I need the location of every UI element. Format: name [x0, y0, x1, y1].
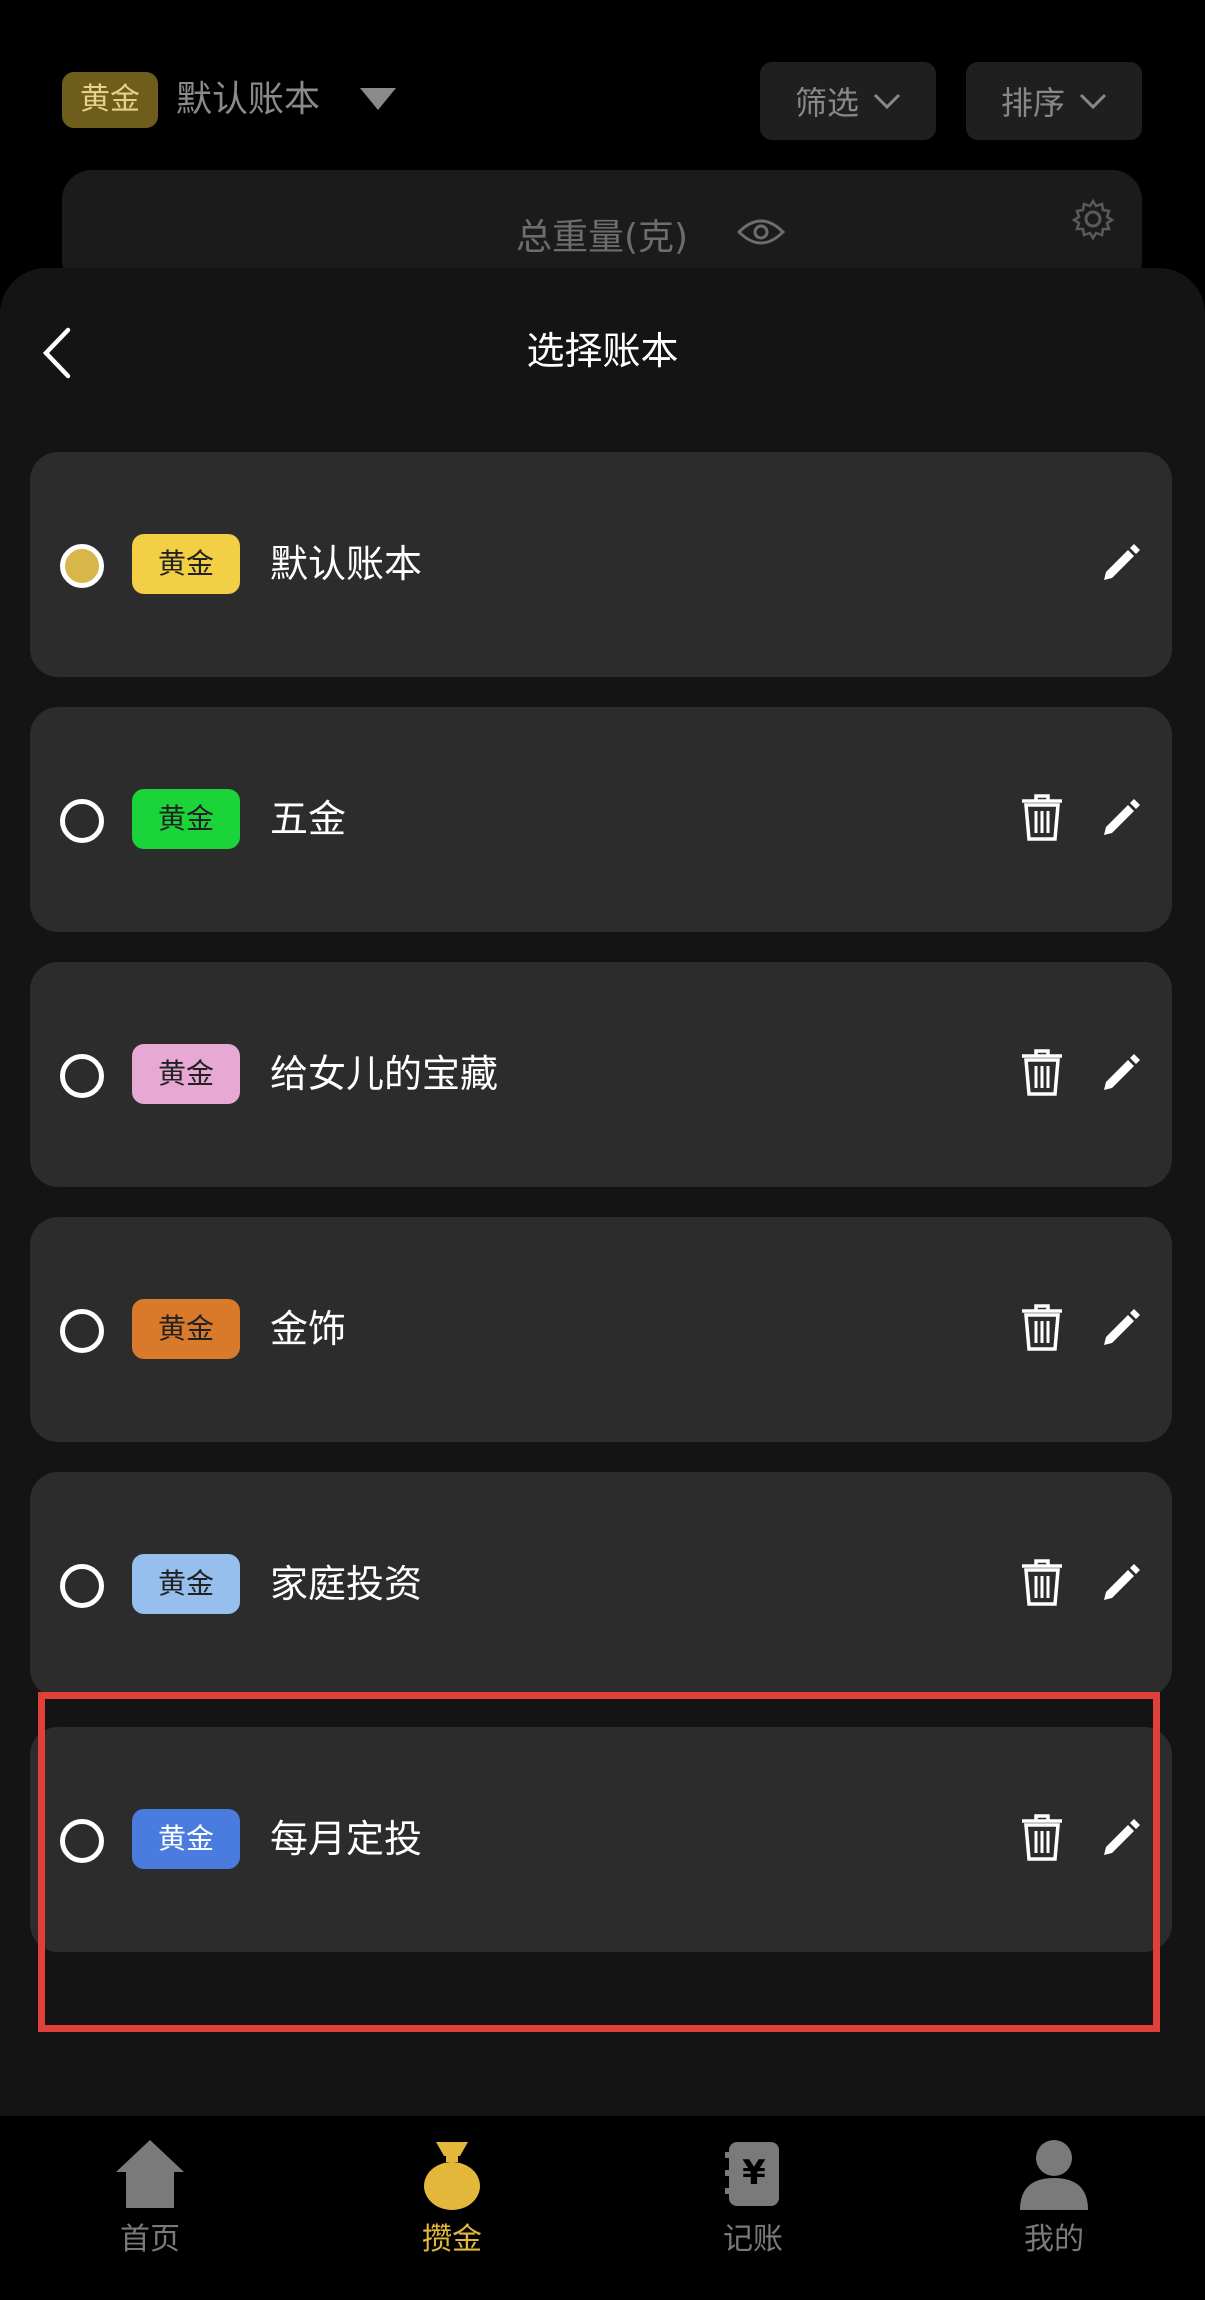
trash-icon[interactable] — [1020, 1303, 1064, 1353]
bottom-nav: 首页 攒金 ¥ 记账 我的 — [0, 2116, 1205, 2300]
user-icon — [1020, 2140, 1088, 2210]
account-type-tag: 黄金 — [62, 72, 158, 128]
nav-label-ledger: 记账 — [723, 2222, 783, 2257]
svg-text:¥: ¥ — [742, 2153, 766, 2193]
sort-button-label: 排序 — [1000, 84, 1065, 122]
book-row[interactable]: 黄金 家庭投资 — [30, 1472, 1172, 1697]
book-name: 金饰 — [270, 1307, 347, 1351]
book-type-tag: 黄金 — [132, 1044, 240, 1104]
nav-item-home[interactable]: 首页 — [50, 2136, 250, 2286]
chevron-down-icon — [1079, 93, 1107, 110]
eye-icon[interactable] — [737, 216, 785, 248]
caret-down-icon[interactable] — [360, 88, 396, 112]
total-weight-title: 总重量(克) — [515, 217, 689, 258]
radio-button[interactable] — [60, 1309, 104, 1353]
nav-label-save-gold: 攒金 — [422, 2222, 482, 2257]
book-type-tag: 黄金 — [132, 1554, 240, 1614]
gear-icon[interactable] — [1072, 198, 1114, 240]
nav-item-ledger[interactable]: ¥ 记账 — [653, 2136, 853, 2286]
book-type-tag: 黄金 — [132, 1299, 240, 1359]
book-name: 五金 — [270, 797, 347, 841]
nav-label-home: 首页 — [120, 2222, 180, 2257]
book-name: 默认账本 — [270, 542, 423, 586]
highlight-box — [38, 1692, 1160, 2032]
trash-icon[interactable] — [1020, 1048, 1064, 1098]
pencil-icon[interactable] — [1100, 542, 1142, 584]
book-type-tag: 黄金 — [132, 789, 240, 849]
radio-button[interactable] — [60, 1054, 104, 1098]
book-row[interactable]: 黄金 五金 — [30, 707, 1172, 932]
sort-button[interactable]: 排序 — [966, 62, 1142, 140]
filter-button-label: 筛选 — [794, 84, 859, 122]
radio-selected[interactable] — [60, 544, 104, 588]
pencil-icon[interactable] — [1100, 1562, 1142, 1604]
book-name: 给女儿的宝藏 — [270, 1052, 499, 1096]
radio-button[interactable] — [60, 1564, 104, 1608]
radio-button[interactable] — [60, 799, 104, 843]
sheet-title: 选择账本 — [526, 329, 679, 373]
book-row[interactable]: 黄金 默认账本 — [30, 452, 1172, 677]
trash-icon[interactable] — [1020, 1558, 1064, 1608]
book-row[interactable]: 黄金 给女儿的宝藏 — [30, 962, 1172, 1187]
trash-icon[interactable] — [1020, 793, 1064, 843]
book-type-tag: 黄金 — [132, 534, 240, 594]
home-icon — [116, 2140, 184, 2208]
nav-item-save-gold[interactable]: 攒金 — [352, 2136, 552, 2286]
pencil-icon[interactable] — [1100, 1052, 1142, 1094]
chevron-down-icon — [873, 93, 901, 110]
book-name: 家庭投资 — [270, 1562, 423, 1606]
nav-item-me[interactable]: 我的 — [954, 2136, 1154, 2286]
money-bag-icon — [424, 2142, 480, 2210]
current-book-name[interactable]: 默认账本 — [176, 72, 320, 128]
ledger-icon: ¥ — [725, 2142, 779, 2206]
filter-button[interactable]: 筛选 — [760, 62, 936, 140]
book-row[interactable]: 黄金 金饰 — [30, 1217, 1172, 1442]
pencil-icon[interactable] — [1100, 797, 1142, 839]
pencil-icon[interactable] — [1100, 1307, 1142, 1349]
nav-label-me: 我的 — [1024, 2222, 1084, 2257]
